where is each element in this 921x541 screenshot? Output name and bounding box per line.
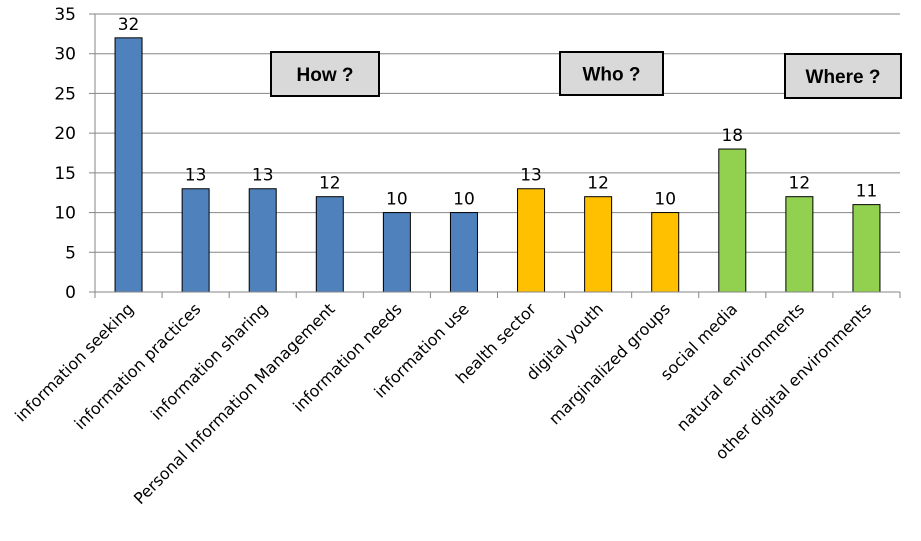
bars	[114, 37, 881, 293]
bar	[315, 196, 344, 293]
y-tick-label: 5	[65, 243, 76, 263]
bar	[785, 196, 814, 293]
data-labels: 32 13 13 12 10 10 13 12 10 18 12 11	[118, 15, 878, 210]
data-label: 13	[185, 166, 207, 186]
x-axis-label: natural environments	[673, 299, 808, 434]
x-axis-label: information practices	[70, 299, 204, 433]
data-label: 12	[319, 174, 341, 194]
data-label: 10	[453, 190, 475, 210]
annotation-label: Where ?	[806, 67, 881, 88]
bar-chart: 05101520253035 3213 13 1210 1013 12101812 11 …	[11, 5, 902, 508]
annotation-label: Who ?	[582, 65, 640, 86]
y-tick-label: 0	[65, 283, 76, 303]
bar	[181, 188, 210, 293]
bar	[382, 212, 411, 293]
bar	[718, 148, 747, 293]
x-axis-labels: information seekinginformation practices…	[11, 299, 875, 508]
bar	[852, 204, 881, 293]
data-label: 11	[856, 182, 878, 202]
x-axis-label: information sharing	[147, 299, 271, 423]
data-label: 13	[520, 166, 542, 186]
bar	[449, 212, 478, 293]
data-label: 10	[654, 190, 676, 210]
data-label: 13	[252, 166, 274, 186]
gridlines	[89, 13, 900, 293]
y-tick-label: 25	[54, 84, 76, 104]
bar	[517, 188, 546, 293]
annotation-label: How ?	[297, 65, 354, 86]
axes	[94, 14, 901, 298]
data-label: 18	[721, 126, 743, 146]
bar	[651, 212, 680, 293]
bar	[114, 37, 143, 293]
x-axis-label: information seeking	[11, 299, 137, 425]
y-tick-label: 20	[54, 124, 76, 144]
y-tick-label: 15	[54, 164, 76, 184]
x-axis-label: marginalized groups	[545, 299, 674, 428]
bar	[248, 188, 277, 293]
annotations: How ? Who ? Where ?	[270, 51, 902, 99]
y-axis-ticks: 0 5 10 15 20 25 30 35	[54, 5, 76, 303]
y-tick-label: 30	[54, 45, 76, 65]
data-label: 10	[386, 190, 408, 210]
data-label: 12	[587, 174, 609, 194]
y-tick-label: 35	[54, 5, 76, 25]
bar	[584, 196, 613, 293]
y-tick-label: 10	[54, 204, 76, 224]
data-label: 32	[118, 15, 140, 35]
data-label: 12	[789, 174, 811, 194]
